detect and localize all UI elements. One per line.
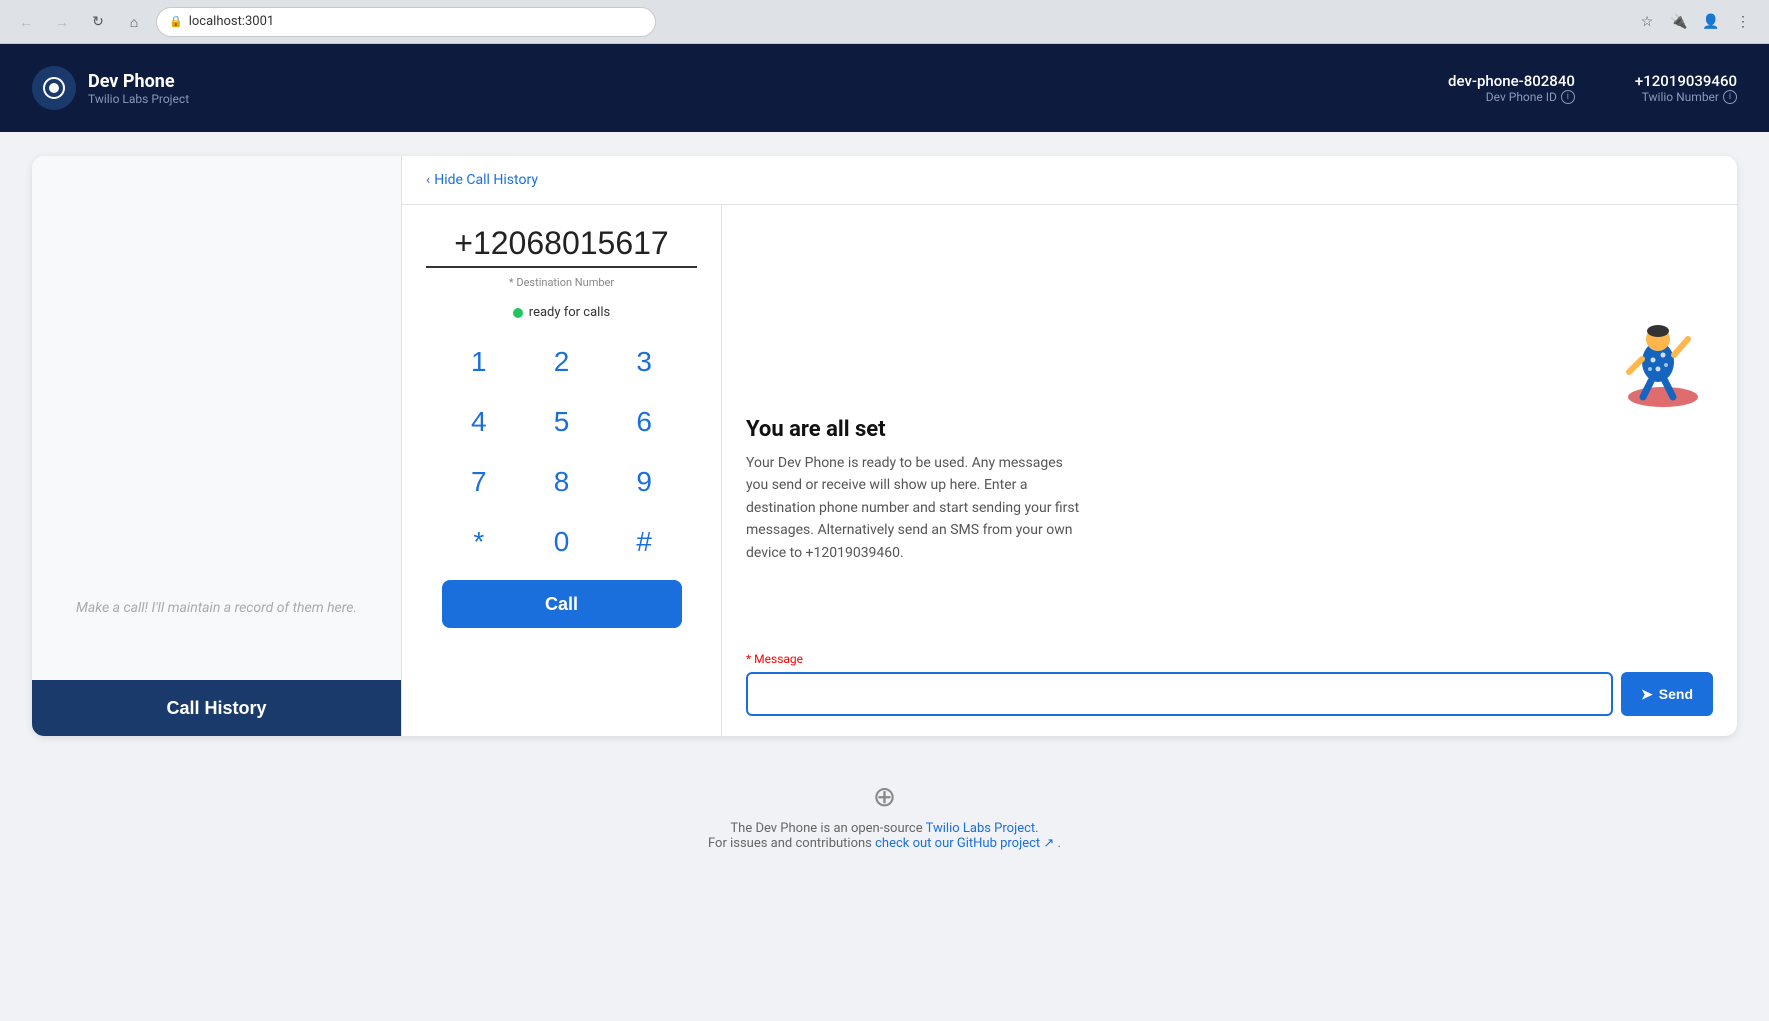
destination-label: * Destination Number xyxy=(509,276,614,289)
message-input[interactable] xyxy=(746,672,1613,716)
reload-button[interactable]: ↻ xyxy=(84,8,112,36)
keypad-key-8[interactable]: 8 xyxy=(524,456,599,508)
status-text: ready for calls xyxy=(529,305,610,320)
url-display: localhost:3001 xyxy=(189,14,275,29)
dialer-section: * Destination Number ready for calls 123… xyxy=(402,205,722,736)
keypad-key-6[interactable]: 6 xyxy=(607,396,682,448)
call-button[interactable]: Call xyxy=(442,580,682,628)
twilio-number-info-icon[interactable]: i xyxy=(1723,90,1737,104)
logo-icon xyxy=(32,66,76,110)
messages-section: You are all set Your Dev Phone is ready … xyxy=(722,205,1737,736)
dev-phone-id-info: dev-phone-802840 Dev Phone ID i xyxy=(1448,72,1575,104)
keypad: 123 456 789 *0# xyxy=(442,336,682,568)
bookmark-button[interactable]: ☆ xyxy=(1633,8,1661,36)
app-name: Dev Phone xyxy=(88,71,189,92)
browser-actions: ☆ 🔌 👤 ⋮ xyxy=(1633,8,1757,36)
app-card: Make a call! I'll maintain a record of t… xyxy=(32,156,1737,736)
app-logo: Dev Phone Twilio Labs Project xyxy=(32,66,189,110)
footer-icon: ⊕ xyxy=(32,780,1737,813)
extensions-button[interactable]: 🔌 xyxy=(1665,8,1693,36)
keypad-key-7[interactable]: 7 xyxy=(442,456,517,508)
hide-history-bar: ‹ Hide Call History xyxy=(402,156,1737,205)
message-label: * Message xyxy=(746,652,1713,666)
send-button[interactable]: ➤ Send xyxy=(1621,672,1713,716)
logo-text: Dev Phone Twilio Labs Project xyxy=(88,71,189,106)
twilio-number-info: +12019039460 Twilio Number i xyxy=(1635,72,1737,104)
browser-chrome: ← → ↻ ⌂ 🔒 localhost:3001 ☆ 🔌 👤 ⋮ xyxy=(0,0,1769,44)
left-panel: Make a call! I'll maintain a record of t… xyxy=(32,156,402,736)
back-button[interactable]: ← xyxy=(12,8,40,36)
send-icon: ➤ xyxy=(1641,686,1653,703)
app-header: Dev Phone Twilio Labs Project dev-phone-… xyxy=(0,44,1769,132)
dev-phone-id-info-icon[interactable]: i xyxy=(1561,90,1575,104)
home-button[interactable]: ⌂ xyxy=(120,8,148,36)
phone-number-input[interactable] xyxy=(426,225,697,268)
message-row: ➤ Send xyxy=(746,672,1713,716)
dev-phone-id-label: Dev Phone ID i xyxy=(1448,90,1575,104)
message-input-area: * Message ➤ Send xyxy=(746,652,1713,716)
twilio-number-value: +12019039460 xyxy=(1635,72,1737,90)
call-history-placeholder: Make a call! I'll maintain a record of t… xyxy=(76,600,357,656)
keypad-key-9[interactable]: 9 xyxy=(607,456,682,508)
app-subtitle: Twilio Labs Project xyxy=(88,92,189,106)
forward-button[interactable]: → xyxy=(48,8,76,36)
keypad-key-*[interactable]: * xyxy=(442,516,517,568)
chevron-left-icon: ‹ xyxy=(426,172,430,188)
lock-icon: 🔒 xyxy=(169,15,183,28)
profile-button[interactable]: 👤 xyxy=(1697,8,1725,36)
all-set-title: You are all set xyxy=(746,417,886,442)
keypad-key-5[interactable]: 5 xyxy=(524,396,599,448)
keypad-key-4[interactable]: 4 xyxy=(442,396,517,448)
all-set-description: Your Dev Phone is ready to be used. Any … xyxy=(746,452,1086,564)
right-panel: ‹ Hide Call History * Destination Number… xyxy=(402,156,1737,736)
main-content: Make a call! I'll maintain a record of t… xyxy=(0,132,1769,760)
twilio-labs-link[interactable]: Twilio Labs Project xyxy=(926,821,1036,836)
twilio-number-label: Twilio Number i xyxy=(1635,90,1737,104)
github-link[interactable]: check out our GitHub project ↗ xyxy=(875,836,1057,851)
right-panel-body: * Destination Number ready for calls 123… xyxy=(402,205,1737,736)
status-dot xyxy=(513,308,523,318)
all-set-illustration xyxy=(1593,297,1713,417)
call-history-button[interactable]: Call History xyxy=(32,680,401,736)
left-panel-content: Make a call! I'll maintain a record of t… xyxy=(32,156,401,680)
all-set-area: You are all set Your Dev Phone is ready … xyxy=(746,225,1713,636)
keypad-key-1[interactable]: 1 xyxy=(442,336,517,388)
status-indicator: ready for calls xyxy=(513,305,610,320)
keypad-key-0[interactable]: 0 xyxy=(524,516,599,568)
header-info: dev-phone-802840 Dev Phone ID i +1201903… xyxy=(1448,72,1737,104)
external-link-icon: ↗ xyxy=(1043,836,1054,851)
hide-call-history-link[interactable]: ‹ Hide Call History xyxy=(426,172,1713,188)
phone-number-display xyxy=(426,225,697,268)
keypad-key-#[interactable]: # xyxy=(607,516,682,568)
keypad-key-3[interactable]: 3 xyxy=(607,336,682,388)
dev-phone-id-value: dev-phone-802840 xyxy=(1448,72,1575,90)
address-bar[interactable]: 🔒 localhost:3001 xyxy=(156,7,656,37)
app-footer: ⊕ The Dev Phone is an open-source Twilio… xyxy=(0,760,1769,871)
footer-line1: The Dev Phone is an open-source Twilio L… xyxy=(32,821,1737,836)
keypad-key-2[interactable]: 2 xyxy=(524,336,599,388)
footer-line2: For issues and contributions check out o… xyxy=(32,836,1737,851)
menu-button[interactable]: ⋮ xyxy=(1729,8,1757,36)
